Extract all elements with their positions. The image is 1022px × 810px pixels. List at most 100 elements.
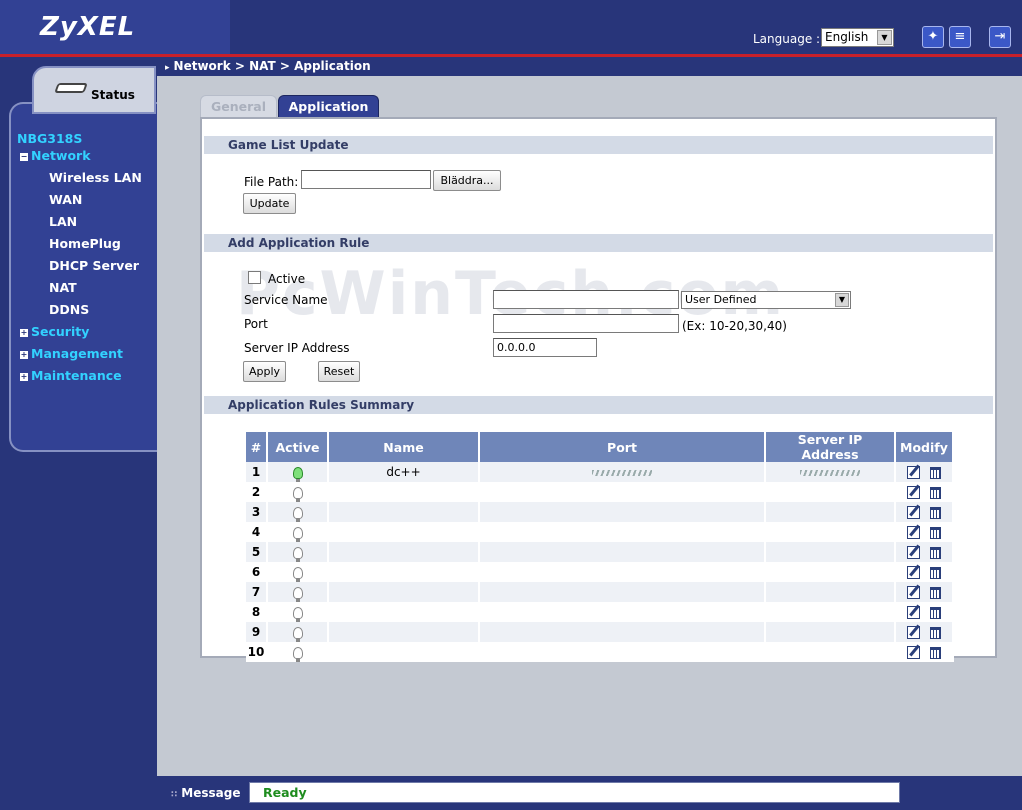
reset-button[interactable]: Reset: [318, 361, 360, 382]
bulb-off-icon: [292, 646, 303, 662]
sidebar-item-security[interactable]: + Security: [20, 324, 89, 339]
delete-icon[interactable]: [929, 506, 941, 519]
rule-active-cell: [268, 642, 329, 662]
sidebar-item-wan[interactable]: WAN: [49, 192, 82, 207]
active-checkbox[interactable]: [248, 271, 261, 284]
edit-icon[interactable]: [906, 486, 920, 499]
rule-number: 1: [246, 462, 268, 482]
delete-icon[interactable]: [929, 486, 941, 499]
edit-icon[interactable]: [906, 506, 920, 519]
zyxel-logo: ZyXEL: [40, 12, 136, 42]
apply-button[interactable]: Apply: [243, 361, 286, 382]
rule-modify-cell: [896, 642, 954, 662]
rule-number: 10: [246, 642, 268, 662]
sidebar-item-nat[interactable]: NAT: [49, 280, 77, 295]
edit-icon[interactable]: [906, 646, 920, 659]
section-application-rules-summary: Application Rules Summary: [204, 396, 993, 414]
server-ip-input[interactable]: 0.0.0.0: [493, 338, 597, 357]
tab-general[interactable]: General: [200, 95, 277, 117]
sidebar-item-lan[interactable]: LAN: [49, 214, 77, 229]
rule-number: 8: [246, 602, 268, 622]
section-add-application-rule: Add Application Rule: [204, 234, 993, 252]
rule-number: 5: [246, 542, 268, 562]
edit-icon[interactable]: [906, 626, 920, 639]
edit-icon[interactable]: [906, 566, 920, 579]
expand-icon: +: [20, 350, 28, 359]
about-icon[interactable]: ≡: [949, 26, 971, 48]
delete-icon[interactable]: [929, 566, 941, 579]
collapse-icon: −: [20, 152, 28, 161]
edit-icon[interactable]: [906, 526, 920, 539]
breadcrumb-arrow-icon: ▸: [165, 63, 170, 73]
bulb-off-icon: [292, 486, 303, 502]
file-path-input[interactable]: [301, 170, 431, 189]
edit-icon[interactable]: [906, 546, 920, 559]
logout-icon[interactable]: ⇥: [989, 26, 1011, 48]
rule-modify-cell: [896, 622, 954, 642]
delete-icon[interactable]: [929, 546, 941, 559]
rule-active-cell: [268, 562, 329, 582]
chevron-down-icon: ▼: [835, 293, 849, 307]
rule-server-ip: [766, 622, 896, 642]
sidebar-item-wireless-lan[interactable]: Wireless LAN: [49, 170, 142, 185]
chevron-down-icon: ▼: [877, 30, 892, 45]
delete-icon[interactable]: [929, 526, 941, 539]
rule-active-cell: [268, 602, 329, 622]
rule-server-ip: [766, 642, 896, 662]
rule-number: 9: [246, 622, 268, 642]
expand-icon: +: [20, 328, 28, 337]
active-label: Active: [268, 272, 306, 286]
sidebar: Status NBG318S − Network Wireless LAN WAN…: [0, 57, 157, 810]
rule-port: [480, 502, 766, 522]
sidebar-item-network[interactable]: − Network: [20, 148, 91, 163]
port-input[interactable]: [493, 314, 679, 333]
browse-button[interactable]: Bläddra...: [433, 170, 501, 191]
language-select[interactable]: English ▼: [821, 28, 894, 47]
delete-icon[interactable]: [929, 586, 941, 599]
delete-icon[interactable]: [929, 466, 941, 479]
section-game-list-update: Game List Update: [204, 136, 993, 154]
breadcrumb: ▸ Network > NAT > Application: [157, 57, 1022, 76]
rule-name: dc++: [329, 462, 480, 482]
message-bar: ∷ Message Ready: [157, 776, 1022, 810]
breadcrumb-text: Network > NAT > Application: [173, 59, 371, 73]
message-label: ∷ Message: [171, 786, 241, 800]
port-hint: (Ex: 10-20,30,40): [682, 319, 787, 333]
sidebar-item-ddns[interactable]: DDNS: [49, 302, 89, 317]
edit-icon[interactable]: [906, 586, 920, 599]
sidebar-item-maintenance[interactable]: + Maintenance: [20, 368, 122, 383]
wizard-icon[interactable]: ✦: [922, 26, 944, 48]
rule-port: [480, 602, 766, 622]
port-label: Port: [244, 317, 268, 331]
delete-icon[interactable]: [929, 646, 941, 659]
rule-name: [329, 582, 480, 602]
rule-name: [329, 562, 480, 582]
update-button[interactable]: Update: [243, 193, 296, 214]
rule-port: [480, 542, 766, 562]
rule-server-ip: [766, 522, 896, 542]
delete-icon[interactable]: [929, 606, 941, 619]
delete-icon[interactable]: [929, 626, 941, 639]
status-tab[interactable]: Status: [32, 66, 156, 114]
sidebar-item-homeplug[interactable]: HomePlug: [49, 236, 121, 251]
rule-active-cell: [268, 582, 329, 602]
sidebar-item-dhcp-server[interactable]: DHCP Server: [49, 258, 139, 273]
column-header-modify: Modify: [896, 432, 954, 462]
service-name-label: Service Name: [244, 293, 328, 307]
server-ip-label: Server IP Address: [244, 341, 350, 355]
tab-application[interactable]: Application: [278, 95, 379, 117]
column-header-port: Port: [480, 432, 766, 462]
table-header-row: # Active Name Port Server IP Address Mod…: [246, 432, 954, 462]
header-fold: [150, 0, 210, 54]
service-type-select[interactable]: User Defined ▼: [681, 291, 851, 309]
rule-active-cell: [268, 462, 329, 482]
rule-name: [329, 542, 480, 562]
rule-active-cell: [268, 542, 329, 562]
edit-icon[interactable]: [906, 606, 920, 619]
sidebar-item-management[interactable]: + Management: [20, 346, 123, 361]
rule-port: [480, 562, 766, 582]
edit-icon[interactable]: [906, 466, 920, 479]
content-panel: PcWinTech.com Game List Update File Path…: [200, 117, 997, 662]
service-name-input[interactable]: [493, 290, 679, 309]
table-row: 10: [246, 642, 954, 662]
